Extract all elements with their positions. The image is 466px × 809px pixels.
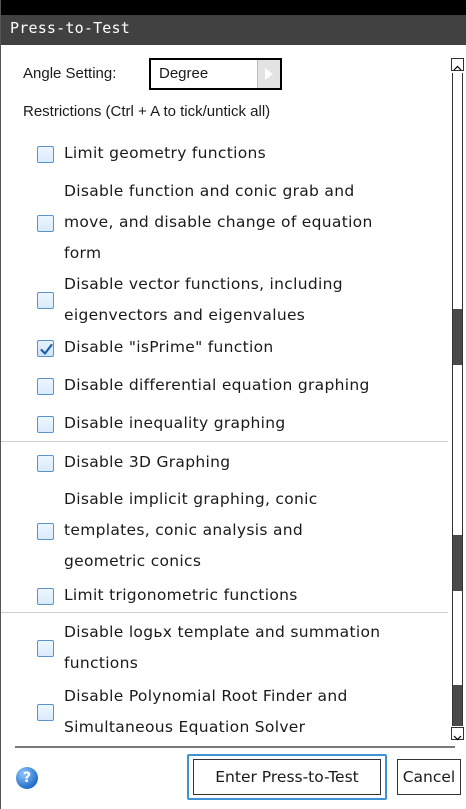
restriction-item-label: move, and disable change of equation [64,213,373,231]
angle-setting-value: Degree [159,65,209,82]
restriction-item-label: Disable logьx template and summation [64,623,381,641]
checkmark-icon [40,343,53,355]
press-to-test-dialog: Press-to-Test Angle Setting: Degree Rest… [0,0,466,809]
scroll-up-button[interactable] [451,58,464,71]
restriction-item[interactable]: Disable "isPrime" function [37,332,437,363]
checkbox[interactable] [37,145,54,163]
checkbox[interactable] [37,454,54,472]
list-divider [1,441,448,442]
checkbox[interactable] [37,640,54,657]
cancel-button[interactable]: Cancel [397,759,461,795]
footer-separator [15,746,455,748]
scrollbar[interactable] [451,58,465,741]
restriction-item-label: Disable differential equation graphing [64,376,370,394]
restriction-item-label: Disable vector functions, including [64,275,343,293]
restriction-item[interactable]: Disable logьx template and summation func… [37,617,437,679]
restriction-item[interactable]: Limit trigonometric functions [37,580,437,611]
arrow-right-icon[interactable] [257,60,280,88]
restriction-item-label: templates, conic analysis and [64,521,304,539]
restriction-item-label: Simultaneous Equation Solver [64,718,306,736]
checkbox-checked[interactable] [37,339,54,357]
restriction-item[interactable]: Disable function and conic grab and move,… [37,176,437,269]
restriction-item-label: Disable function and conic grab and [64,182,355,200]
list-divider [1,612,448,613]
restriction-item-label: Limit geometry functions [64,144,266,162]
checkbox[interactable] [37,377,54,395]
restrictions-label: Restrictions (Ctrl + A to tick/untick al… [23,103,271,120]
scroll-thumb[interactable] [453,309,462,365]
chevron-down-icon [453,735,462,741]
restriction-item[interactable]: Disable vector functions, including eigen… [37,269,437,331]
scroll-thumb[interactable] [453,685,462,726]
checkbox[interactable] [37,704,54,721]
restriction-item-label: Disable implicit graphing, conic [64,490,318,508]
restriction-item-label: form [64,244,102,262]
angle-setting-label: Angle Setting: [23,65,117,82]
restriction-item-label: eigenvectors and eigenvalues [64,306,306,324]
restriction-item[interactable]: Limit geometry functions [37,138,437,169]
scroll-down-button[interactable] [451,727,464,741]
restriction-item[interactable]: Disable implicit graphing, conic template… [37,484,437,577]
restriction-item[interactable]: Disable inequality graphing [37,408,437,439]
restriction-item-label: Disable "isPrime" function [64,338,274,356]
scroll-thumb[interactable] [453,535,462,591]
title-bar: Press-to-Test [1,0,466,45]
restriction-item[interactable]: Disable differential equation graphing [37,370,437,401]
restriction-item-label: Limit trigonometric functions [64,586,298,604]
dialog-title: Press-to-Test [10,19,130,37]
restriction-item-label: Disable 3D Graphing [64,453,231,471]
checkbox[interactable] [37,587,54,605]
checkbox[interactable] [37,415,54,433]
restriction-item[interactable]: Disable Polynomial Root Finder and Simult… [37,681,437,743]
restriction-item-label: geometric conics [64,552,202,570]
angle-setting-select[interactable]: Degree [149,58,282,90]
restriction-item[interactable]: Disable 3D Graphing [37,447,437,478]
help-icon[interactable]: ? [16,767,38,789]
restriction-item-label: Disable Polynomial Root Finder and [64,687,348,705]
scroll-track[interactable] [452,73,463,726]
checkbox[interactable] [37,292,54,309]
restriction-item-label: Disable inequality graphing [64,414,286,432]
checkbox[interactable] [37,214,54,232]
enter-press-to-test-button[interactable]: Enter Press-to-Test [193,759,381,795]
checkbox[interactable] [37,522,54,540]
restriction-item-label: functions [64,654,139,672]
